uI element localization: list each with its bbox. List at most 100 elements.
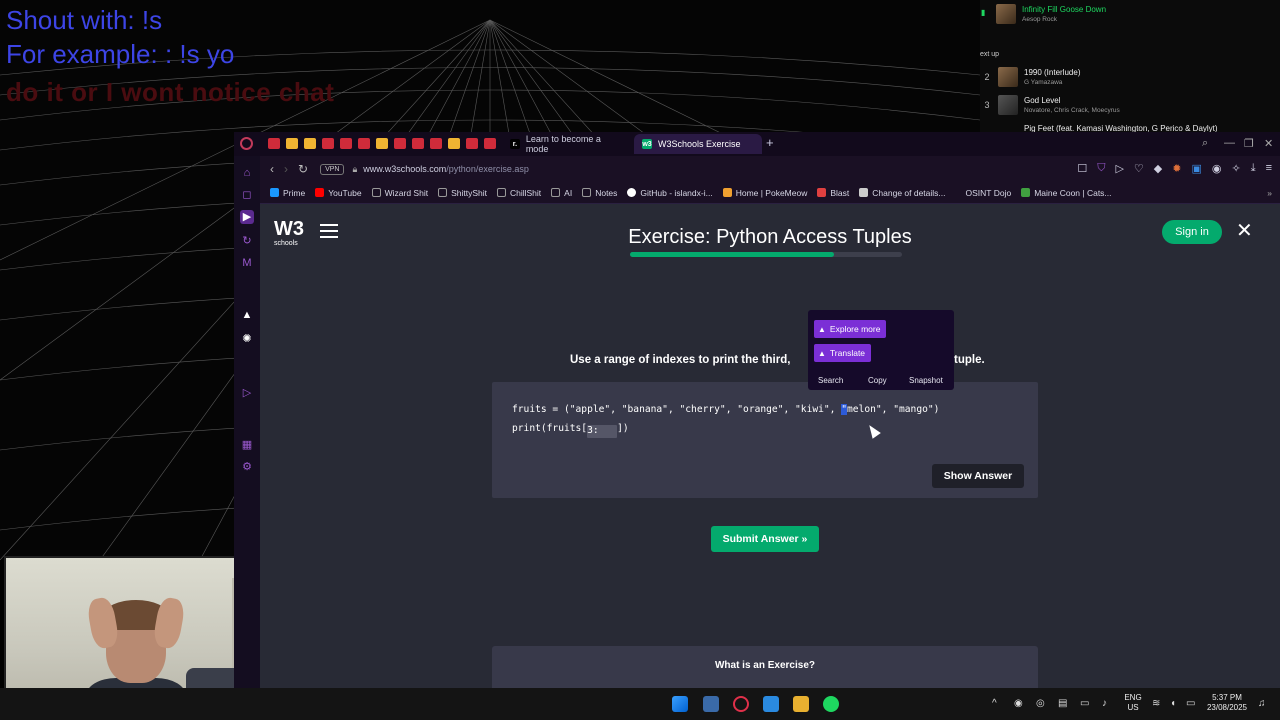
pinned-tab-youtube-icon[interactable] — [394, 138, 406, 149]
back-icon[interactable]: ‹ — [270, 162, 274, 176]
bookmark-folder[interactable]: ChillShit — [496, 187, 542, 198]
battery-icon[interactable]: ▭ — [1186, 698, 1195, 709]
maximize-icon[interactable]: ❐ — [1244, 137, 1254, 150]
windows-start-icon[interactable] — [672, 696, 688, 712]
audio-icon[interactable]: ◉ — [1212, 162, 1222, 175]
vpn-badge[interactable]: VPN — [320, 163, 345, 175]
sign-in-button[interactable]: Sign in — [1162, 220, 1222, 244]
discord-icon[interactable]: ◉ — [1014, 698, 1023, 709]
address-bar: ‹ › ↻ VPN 🔒︎ www.w3schools.com/python/ex… — [260, 156, 1280, 182]
bookmark-folder[interactable]: ShittyShit — [438, 188, 487, 198]
spotify-icon[interactable] — [823, 696, 839, 712]
history-icon[interactable]: ↻ — [240, 234, 254, 248]
pinned-tab-youtube-icon[interactable] — [430, 138, 442, 149]
aria-icon[interactable]: ▲ — [240, 308, 254, 322]
tray-overflow-icon[interactable]: ^ — [992, 698, 997, 709]
microphone-icon[interactable]: ♪ — [1102, 698, 1107, 709]
bookmark-icon[interactable]: ☐ — [1077, 162, 1087, 175]
forward-icon[interactable]: › — [284, 162, 288, 176]
close-window-icon[interactable]: ✕ — [1264, 137, 1273, 150]
pinned-tab-youtube-icon[interactable] — [412, 138, 424, 149]
opera-logo-icon[interactable] — [240, 137, 253, 150]
download-icon[interactable]: ⤓ — [1251, 162, 1256, 175]
messenger-icon[interactable]: M — [240, 256, 254, 270]
bookmark-item[interactable]: YouTube — [315, 188, 362, 198]
bookmark-item[interactable]: Prime — [270, 188, 305, 198]
extensions-icon[interactable]: ▦ — [240, 438, 254, 452]
queue-item[interactable]: 3 God Level Novatore, Chris Crack, Moecy… — [982, 95, 1120, 115]
translate-button[interactable]: ▲ Translate — [814, 344, 872, 362]
bookmark-folder[interactable]: Wizard Shit — [371, 188, 428, 198]
exercise-progress-bar — [630, 252, 902, 257]
heart-icon[interactable]: ♡ — [1134, 162, 1144, 175]
clock[interactable]: 5:37 PM 23/08/2025 — [1202, 693, 1252, 713]
pinned-tab-youtube-icon[interactable] — [322, 138, 334, 149]
track-title: Pig Feet (feat. Kamasi Washington, G Per… — [1024, 124, 1218, 132]
pinned-tab-folder-icon[interactable] — [286, 138, 298, 149]
bookmark-item[interactable]: Home | PokeMeow — [722, 188, 807, 198]
lock-icon[interactable]: 🔒︎ — [352, 164, 357, 175]
submit-answer-button[interactable]: Submit Answer » — [711, 526, 819, 552]
player-icon[interactable]: ▶ — [240, 210, 254, 224]
explore-more-button[interactable]: ▲ Explore more — [814, 320, 887, 338]
folder-icon — [496, 188, 506, 197]
opera-browser-icon[interactable] — [733, 696, 749, 712]
pinned-tab-youtube-icon[interactable] — [340, 138, 352, 149]
new-tab-button[interactable]: + — [766, 135, 774, 150]
pinned-tab-youtube-icon[interactable] — [484, 138, 496, 149]
show-answer-button[interactable]: Show Answer — [932, 464, 1024, 488]
puzzle-icon[interactable]: ✧ — [1231, 162, 1240, 175]
pinned-tab-folder-icon[interactable] — [448, 138, 460, 149]
answer-input[interactable]: 3: — [587, 425, 618, 438]
chatgpt-icon[interactable]: ✺ — [240, 332, 254, 346]
bookmark-folder[interactable]: Notes — [582, 188, 617, 198]
extension-icon[interactable]: ✹ — [1172, 162, 1181, 175]
reload-icon[interactable]: ↻ — [298, 162, 308, 176]
minimize-icon[interactable]: — — [1224, 137, 1235, 149]
bookmark-item[interactable]: Maine Coon | Cats... — [1021, 188, 1112, 198]
tray-app-icon[interactable]: ▤ — [1058, 698, 1067, 709]
send-icon[interactable]: ▷ — [240, 386, 254, 400]
pinned-tab-folder-icon[interactable] — [304, 138, 316, 149]
tray-app-icon[interactable]: ◎ — [1036, 698, 1045, 709]
tab-learn[interactable]: r. Learn to become a mode — [502, 134, 632, 154]
bookmark-label: ChillShit — [509, 187, 542, 198]
now-playing-track[interactable]: Infinity Fill Goose Down Aesop Rock — [996, 4, 1106, 24]
gaming-icon[interactable]: ◻ — [240, 188, 254, 202]
tray-app-icon[interactable]: ▭ — [1080, 698, 1089, 709]
more-bookmarks-icon[interactable]: » — [1267, 188, 1272, 198]
bookmark-item[interactable]: Change of details... — [859, 188, 946, 198]
language-indicator[interactable]: ENG US — [1120, 693, 1146, 713]
close-icon[interactable]: ✕ — [1236, 218, 1253, 243]
snapshot-button[interactable]: Snapshot — [909, 376, 943, 385]
bookmark-folder[interactable]: AI — [551, 188, 572, 198]
queue-item[interactable]: Pig Feet (feat. Kamasi Washington, G Per… — [982, 124, 1218, 132]
vscode-icon[interactable] — [763, 696, 779, 712]
settings-icon[interactable]: ⚙ — [240, 460, 254, 474]
copy-button[interactable]: Copy — [868, 376, 887, 385]
pinned-tab-youtube-icon[interactable] — [268, 138, 280, 149]
bookmark-item[interactable]: OSINT Dojo — [966, 188, 1012, 198]
extension-icon[interactable]: ▣ — [1191, 162, 1201, 175]
home-icon[interactable]: ⌂ — [240, 166, 254, 180]
bookmark-item[interactable]: Blast — [817, 188, 849, 198]
bookmark-favicon-icon — [817, 188, 827, 197]
queue-item[interactable]: 2 1990 (Interlude) G Yamazawa — [982, 67, 1080, 87]
search-button[interactable]: Search — [818, 376, 843, 385]
file-explorer-icon[interactable] — [793, 696, 809, 712]
pinned-tab-youtube-icon[interactable] — [466, 138, 478, 149]
search-tabs-icon[interactable]: ⌕ — [1202, 137, 1208, 150]
play-icon[interactable]: ▷ — [1115, 162, 1123, 175]
calculator-icon[interactable] — [703, 696, 719, 712]
shield-icon[interactable]: ⛉ — [1097, 162, 1105, 175]
url-field[interactable]: www.w3schools.com/python/exercise.asp — [363, 164, 529, 174]
extension-icon[interactable]: ◆ — [1154, 162, 1162, 175]
volume-icon[interactable]: ◖ — [1170, 698, 1176, 709]
bookmark-item[interactable]: GitHub - islandx-i... — [627, 188, 713, 198]
tab-w3schools-exercise[interactable]: w3 W3Schools Exercise — [634, 134, 762, 154]
menu-icon[interactable]: ≡ — [1266, 162, 1272, 175]
notification-bell-icon[interactable]: ♫ — [1258, 698, 1266, 709]
pinned-tab-folder-icon[interactable] — [376, 138, 388, 149]
wifi-icon[interactable]: ≋ — [1152, 698, 1160, 709]
pinned-tab-youtube-icon[interactable] — [358, 138, 370, 149]
